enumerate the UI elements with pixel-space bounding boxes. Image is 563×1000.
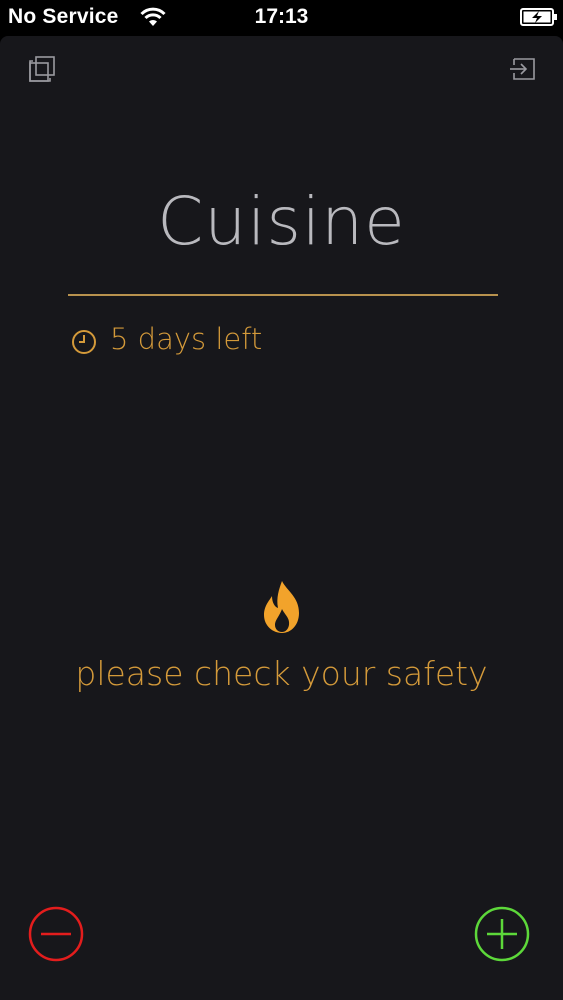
safety-warning: please check your safety xyxy=(75,654,488,693)
app-screen xyxy=(0,36,563,1000)
time-left-label: 5 days left xyxy=(110,322,263,356)
status-time: 17:13 xyxy=(254,5,309,28)
title-divider xyxy=(68,294,498,296)
increase-button[interactable] xyxy=(474,906,530,962)
copy-icon[interactable] xyxy=(28,55,56,83)
status-bar: No Service 17:13 xyxy=(0,0,563,36)
battery-charging-icon xyxy=(520,8,558,26)
decrease-button[interactable] xyxy=(28,906,84,962)
room-title: Cuisine xyxy=(157,183,406,260)
clock-icon xyxy=(71,329,97,355)
fire-icon xyxy=(259,579,305,635)
exit-icon[interactable] xyxy=(508,55,536,83)
